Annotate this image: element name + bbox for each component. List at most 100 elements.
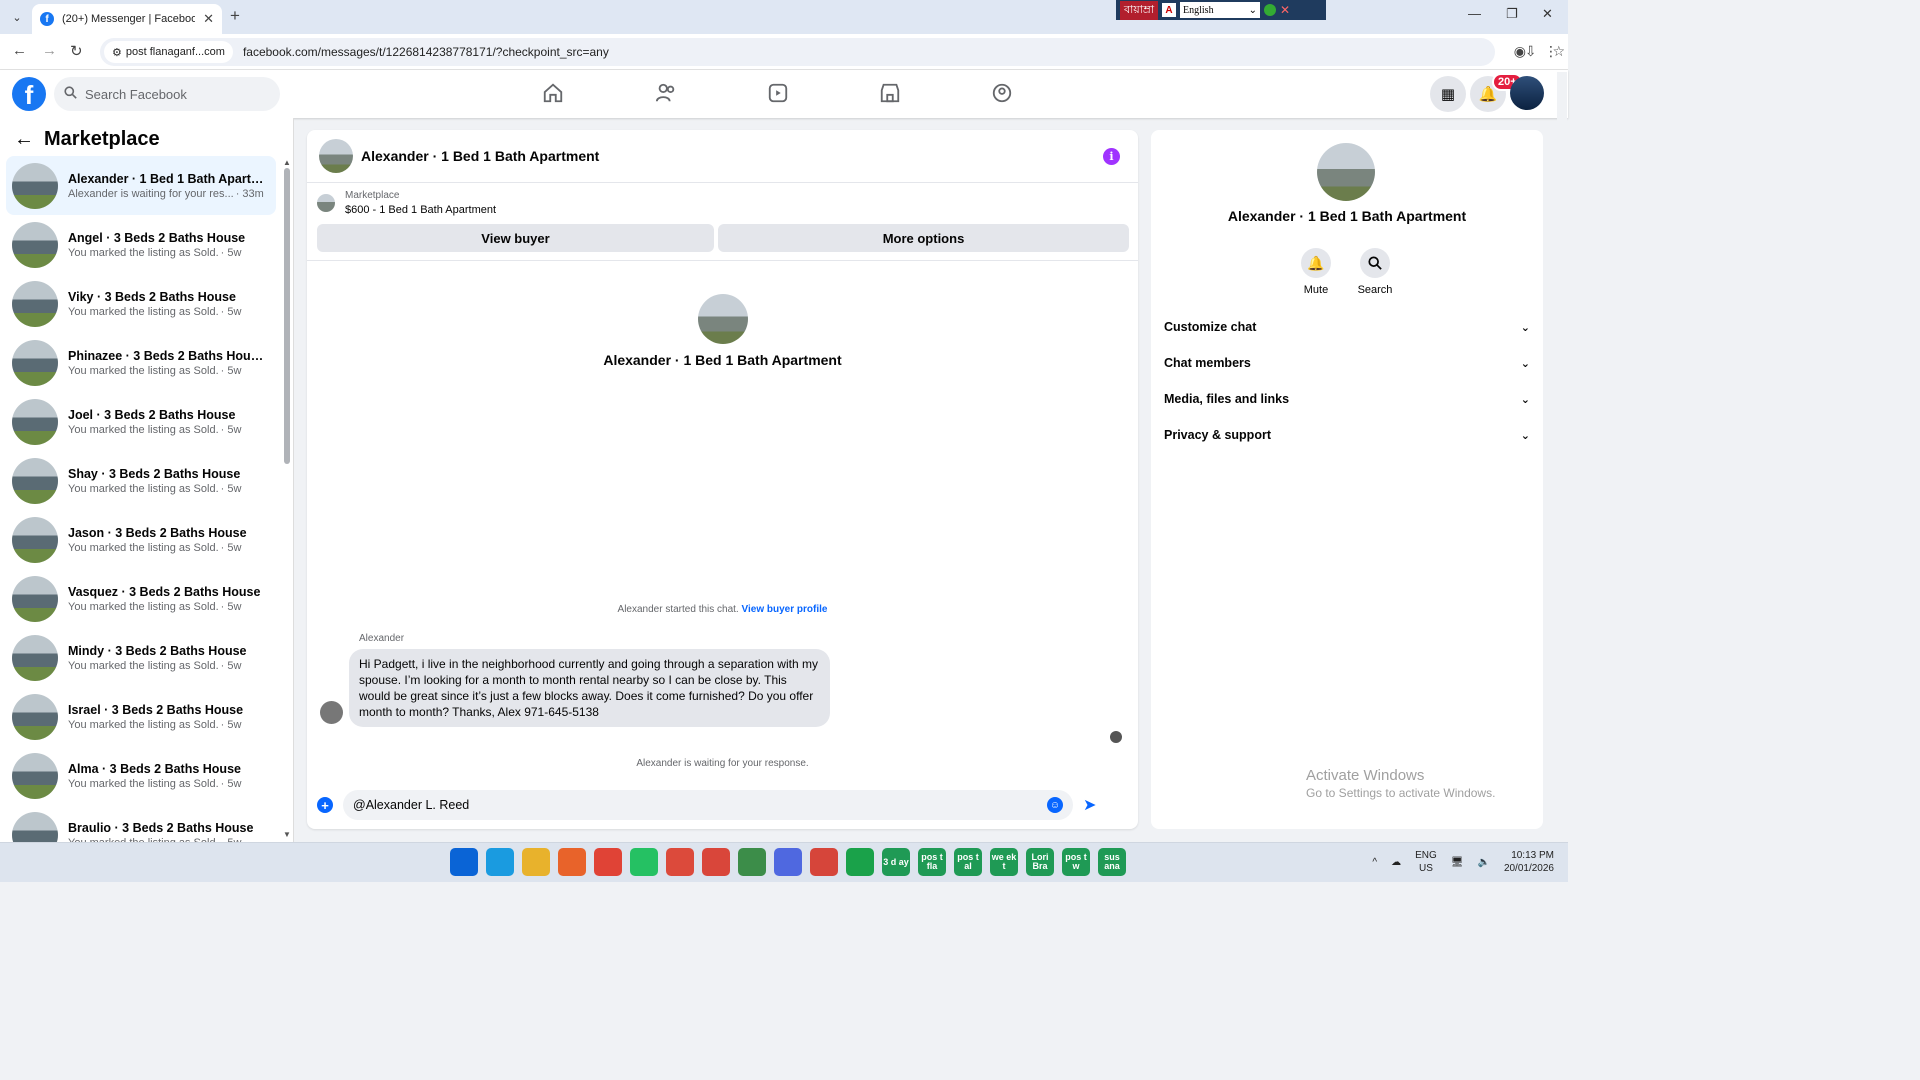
section-chat-members[interactable]: Chat members ⌄ bbox=[1164, 353, 1530, 373]
taskbar-app-icon[interactable] bbox=[738, 848, 766, 876]
details-avatar[interactable] bbox=[1317, 143, 1375, 201]
taskbar-app-icon[interactable]: pos t fla bbox=[918, 848, 946, 876]
conversation-name: Viky · 3 Beds 2 Baths House bbox=[68, 289, 236, 304]
ime-language-select[interactable]: English ⌄ bbox=[1180, 2, 1261, 18]
taskbar-app-icon[interactable] bbox=[558, 848, 586, 876]
restore-button[interactable]: ❐ bbox=[1506, 6, 1518, 22]
language-indicator[interactable]: ENG US bbox=[1415, 849, 1437, 875]
mute-label: Mute bbox=[1303, 284, 1329, 296]
reload-button[interactable]: ↻ bbox=[70, 42, 83, 60]
conversation-item[interactable]: Phinazee · 3 Beds 2 Baths House You marke… bbox=[6, 333, 276, 392]
tab-search-dropdown[interactable]: ⌄ bbox=[6, 6, 28, 28]
listing-summary[interactable]: Marketplace $600 - 1 Bed 1 Bath Apartmen… bbox=[317, 190, 496, 216]
new-tab-button[interactable]: + bbox=[230, 6, 240, 26]
ime-close-icon[interactable]: ✕ bbox=[1280, 3, 1290, 17]
taskbar-app-icon[interactable]: pos t al bbox=[954, 848, 982, 876]
search-input[interactable] bbox=[85, 86, 265, 102]
chat-details-panel: Alexander · 1 Bed 1 Bath Apartment 🔔 Mut… bbox=[1151, 130, 1543, 829]
send-icon[interactable]: ➤ bbox=[1083, 795, 1096, 815]
window-close-button[interactable]: ✕ bbox=[1542, 6, 1553, 22]
minimize-button[interactable]: — bbox=[1468, 6, 1481, 21]
taskbar-app-icon[interactable] bbox=[774, 848, 802, 876]
taskbar-app-icon[interactable] bbox=[810, 848, 838, 876]
facebook-logo[interactable]: f bbox=[12, 77, 46, 111]
conversation-item[interactable]: Jason · 3 Beds 2 Baths House You marked t… bbox=[6, 510, 276, 569]
browser-tab[interactable]: f (20+) Messenger | Facebook ✕ bbox=[32, 4, 222, 34]
pdf-icon[interactable]: A bbox=[1162, 3, 1177, 17]
conversation-item[interactable]: Joel · 3 Beds 2 Baths House You marked th… bbox=[6, 392, 276, 451]
more-options-button[interactable]: More options bbox=[718, 224, 1129, 252]
mute-button[interactable]: 🔔 Mute bbox=[1286, 248, 1346, 296]
globe-icon[interactable] bbox=[1264, 4, 1277, 16]
section-privacy-support[interactable]: Privacy & support ⌄ bbox=[1164, 425, 1530, 445]
menu-grid-icon[interactable]: ▦ bbox=[1430, 76, 1466, 112]
conversation-item[interactable]: Viky · 3 Beds 2 Baths House You marked th… bbox=[6, 274, 276, 333]
taskbar-app-icon[interactable] bbox=[630, 848, 658, 876]
plus-icon[interactable]: + bbox=[317, 797, 333, 813]
bangla-ime-label[interactable]: বায়াম্রা bbox=[1120, 0, 1159, 20]
message-input-wrap[interactable]: ☺ bbox=[343, 790, 1073, 820]
conversation-name: Israel · 3 Beds 2 Baths House bbox=[68, 702, 244, 717]
sender-avatar[interactable] bbox=[320, 701, 343, 724]
conversation-item[interactable]: Vasquez · 3 Beds 2 Baths House You marked… bbox=[6, 569, 276, 628]
conversation-item[interactable]: Alma · 3 Beds 2 Baths House You marked th… bbox=[6, 746, 276, 805]
volume-icon[interactable]: 🔈 bbox=[1477, 857, 1489, 868]
search-button[interactable]: Search bbox=[1345, 248, 1405, 296]
message-input[interactable] bbox=[353, 798, 1047, 812]
chevron-down-icon: ⌄ bbox=[1248, 4, 1258, 16]
conversation-preview: You marked the listing as Sold. bbox=[68, 777, 219, 790]
section-media-files[interactable]: Media, files and links ⌄ bbox=[1164, 389, 1530, 409]
message-bubble[interactable]: Hi Padgett, i live in the neighborhood c… bbox=[349, 649, 830, 727]
tab-close-icon[interactable]: ✕ bbox=[203, 11, 214, 27]
conversation-item[interactable]: Angel · 3 Beds 2 Baths House You marked t… bbox=[6, 215, 276, 274]
profile-icon[interactable]: ◉ bbox=[1514, 43, 1526, 60]
sidebar-scrollbar[interactable]: ▲ ▼ bbox=[283, 158, 291, 839]
facebook-search[interactable] bbox=[54, 77, 280, 111]
chat-title[interactable]: Alexander · 1 Bed 1 Bath Apartment bbox=[361, 148, 599, 164]
groups-icon[interactable] bbox=[991, 82, 1015, 106]
taskbar-app-icon[interactable] bbox=[702, 848, 730, 876]
marketplace-icon[interactable] bbox=[879, 82, 903, 106]
view-buyer-profile-link[interactable]: View buyer profile bbox=[742, 604, 828, 615]
friends-icon[interactable] bbox=[655, 82, 679, 106]
view-buyer-button[interactable]: View buyer bbox=[317, 224, 714, 252]
cloud-off-icon[interactable]: ☁ bbox=[1391, 857, 1401, 868]
network-icon[interactable]: 🖥 bbox=[1451, 857, 1464, 868]
conversation-item[interactable]: Israel · 3 Beds 2 Baths House You marked … bbox=[6, 687, 276, 746]
emoji-icon[interactable]: ☺ bbox=[1047, 797, 1063, 813]
taskbar-app-icon[interactable] bbox=[594, 848, 622, 876]
back-button[interactable]: ← bbox=[12, 42, 27, 59]
home-icon[interactable] bbox=[542, 82, 566, 106]
taskbar-app-icon[interactable]: 3 d ay bbox=[882, 848, 910, 876]
taskbar-app-icon[interactable]: Lori Bra bbox=[1026, 848, 1054, 876]
taskbar-app-icon[interactable] bbox=[522, 848, 550, 876]
account-avatar[interactable] bbox=[1510, 76, 1544, 110]
taskbar-app-icon[interactable] bbox=[486, 848, 514, 876]
menu-kebab-icon[interactable]: ⋮ bbox=[1544, 43, 1558, 60]
taskbar-app-icon[interactable]: sus ana bbox=[1098, 848, 1126, 876]
url-text[interactable]: facebook.com/messages/t/1226814238778171… bbox=[243, 45, 609, 59]
page-scrollbar[interactable] bbox=[1557, 72, 1567, 842]
conversation-item[interactable]: Alexander · 1 Bed 1 Bath Apartm... Alexan… bbox=[6, 156, 276, 215]
message-composer: + ☺ ➤ bbox=[317, 790, 1132, 820]
info-icon[interactable]: i bbox=[1103, 148, 1120, 165]
scroll-thumb[interactable] bbox=[284, 168, 290, 464]
section-customize-chat[interactable]: Customize chat ⌄ bbox=[1164, 317, 1530, 337]
chevron-up-icon[interactable]: ^ bbox=[1372, 857, 1377, 868]
taskbar-app-icon[interactable]: pos t w bbox=[1062, 848, 1090, 876]
conversation-item[interactable]: Shay · 3 Beds 2 Baths House You marked th… bbox=[6, 451, 276, 510]
clock[interactable]: 10:13 PM 20/01/2026 bbox=[1504, 849, 1554, 875]
omnibox[interactable]: ⚙ post flanaganf...com facebook.com/messa… bbox=[100, 38, 1565, 66]
intro-avatar[interactable] bbox=[697, 294, 748, 344]
taskbar-app-icon[interactable] bbox=[450, 848, 478, 876]
taskbar-app-icon[interactable] bbox=[666, 848, 694, 876]
site-info-chip[interactable]: ⚙ post flanaganf...com bbox=[104, 41, 233, 63]
chat-avatar[interactable] bbox=[319, 139, 353, 173]
video-icon[interactable] bbox=[767, 82, 791, 106]
forward-button[interactable]: → bbox=[42, 42, 57, 59]
back-arrow-icon[interactable]: ← bbox=[14, 128, 34, 151]
system-tray: ^ ☁ ENG US 🖥 🔈 10:13 PM 20/01/2026 bbox=[1372, 849, 1554, 875]
conversation-item[interactable]: Mindy · 3 Beds 2 Baths House You marked t… bbox=[6, 628, 276, 687]
taskbar-app-icon[interactable]: we ek t bbox=[990, 848, 1018, 876]
taskbar-app-icon[interactable] bbox=[846, 848, 874, 876]
